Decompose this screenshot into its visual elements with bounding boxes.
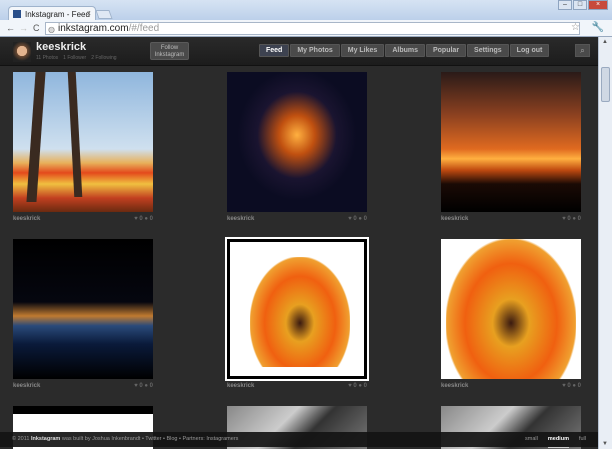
close-window-button[interactable]: ×	[588, 0, 608, 10]
photo-caption: keeskrick ♥ 0 ● 0	[227, 383, 367, 389]
footer-brand: Inkstagram	[30, 436, 61, 442]
tulip-image	[446, 239, 576, 379]
comment-count: 0	[149, 383, 153, 389]
photo-user[interactable]: keeskrick	[441, 216, 468, 222]
tulip-image	[250, 257, 350, 367]
photo-counts: ♥ 0 ● 0	[134, 216, 153, 222]
scroll-thumb[interactable]	[601, 67, 610, 102]
username[interactable]: keeskrick	[36, 41, 86, 53]
comment-count: 0	[577, 383, 581, 389]
photo-user[interactable]: keeskrick	[227, 216, 254, 222]
nav-albums[interactable]: Albums	[385, 44, 425, 57]
comment-count: 0	[363, 216, 367, 222]
photo-caption: keeskrick ♥ 0 ● 0	[227, 216, 367, 222]
photo-caption: keeskrick ♥ 0 ● 0	[441, 383, 581, 389]
nav-logout[interactable]: Log out	[509, 44, 550, 57]
close-tab-icon[interactable]: ×	[86, 9, 91, 18]
photo-caption: keeskrick ♥ 0 ● 0	[13, 383, 153, 389]
url-input[interactable]: ◍ inkstagram.com/#/feed	[45, 22, 580, 35]
nav-feed[interactable]: Feed	[259, 44, 290, 57]
photo-counts: ♥ 0 ● 0	[348, 383, 367, 389]
nav-my-photos[interactable]: My Photos	[290, 44, 340, 57]
tab-title: Inkstagram - Feed	[25, 10, 90, 19]
comment-count: 0	[363, 383, 367, 389]
favicon-icon	[13, 10, 21, 18]
search-icon[interactable]: ⌕	[575, 44, 590, 57]
like-count: 0	[353, 383, 357, 389]
footer-credits: was built by Joshua Inkenbrandt • Twitte…	[61, 436, 239, 442]
avatar[interactable]	[13, 42, 31, 62]
photo-user[interactable]: keeskrick	[227, 383, 254, 389]
like-count: 0	[567, 216, 571, 222]
address-bar: ← → C ◍ inkstagram.com/#/feed ☆ 🔧	[0, 20, 612, 37]
scrollbar[interactable]: ▲ ▼	[598, 37, 612, 449]
main-nav: Feed My Photos My Likes Albums Popular S…	[259, 44, 550, 57]
like-count: 0	[353, 216, 357, 222]
photo-user[interactable]: keeskrick	[13, 216, 40, 222]
wrench-icon[interactable]: 🔧	[592, 22, 604, 33]
url-host: inkstagram.com	[58, 23, 129, 34]
comment-count: 0	[577, 216, 581, 222]
header: keeskrick 11 Photos 1 Follower 2 Followi…	[0, 37, 598, 66]
photo-caption: keeskrick ♥ 0 ● 0	[441, 216, 581, 222]
like-count: 0	[567, 383, 571, 389]
footer: © 2011 Inkstagram was built by Joshua In…	[0, 432, 598, 448]
nav-settings[interactable]: Settings	[467, 44, 509, 57]
nav-my-likes[interactable]: My Likes	[340, 44, 385, 57]
comment-count: 0	[149, 216, 153, 222]
tab-bar: Inkstagram - Feed × – □ ×	[0, 0, 612, 21]
size-switcher: small medium full	[525, 432, 586, 448]
photo[interactable]	[225, 237, 369, 381]
photo-counts: ♥ 0 ● 0	[348, 216, 367, 222]
nav-popular[interactable]: Popular	[425, 44, 467, 57]
copyright: © 2011	[12, 436, 30, 442]
like-count: 0	[139, 383, 143, 389]
url-path: /#/feed	[128, 23, 160, 34]
scroll-up-icon[interactable]: ▲	[602, 39, 608, 45]
reload-icon[interactable]: C	[33, 23, 40, 33]
photo[interactable]	[441, 72, 581, 212]
photo[interactable]	[227, 72, 367, 212]
photo[interactable]	[441, 239, 581, 379]
bookmark-star-icon[interactable]: ☆	[571, 22, 580, 33]
size-full[interactable]: full	[579, 432, 586, 448]
page: keeskrick 11 Photos 1 Follower 2 Followi…	[0, 37, 598, 449]
photo[interactable]	[13, 72, 153, 212]
like-count: 0	[139, 216, 143, 222]
photo-user[interactable]: keeskrick	[13, 383, 40, 389]
photo[interactable]	[13, 239, 153, 379]
photo-counts: ♥ 0 ● 0	[134, 383, 153, 389]
photos-count[interactable]: 11 Photos	[36, 55, 58, 61]
back-icon[interactable]: ←	[6, 23, 15, 33]
size-small[interactable]: small	[525, 432, 538, 448]
forward-icon[interactable]: →	[19, 23, 28, 33]
follow-button[interactable]: Follow Inkstagram	[150, 42, 189, 60]
new-tab-button[interactable]	[95, 10, 113, 19]
photo-user[interactable]: keeskrick	[441, 383, 468, 389]
size-medium[interactable]: medium	[547, 432, 569, 448]
minimize-button[interactable]: –	[558, 0, 572, 10]
maximize-button[interactable]: □	[573, 0, 587, 10]
browser-tab[interactable]: Inkstagram - Feed ×	[8, 6, 96, 21]
photo-caption: keeskrick ♥ 0 ● 0	[13, 216, 153, 222]
followers-count[interactable]: 1 Follower	[63, 55, 86, 61]
scroll-down-icon[interactable]: ▼	[602, 441, 608, 447]
user-stats: 11 Photos 1 Follower 2 Following	[36, 55, 117, 61]
photo-counts: ♥ 0 ● 0	[562, 216, 581, 222]
photo-counts: ♥ 0 ● 0	[562, 383, 581, 389]
globe-icon: ◍	[48, 25, 55, 34]
following-count[interactable]: 2 Following	[91, 55, 116, 61]
